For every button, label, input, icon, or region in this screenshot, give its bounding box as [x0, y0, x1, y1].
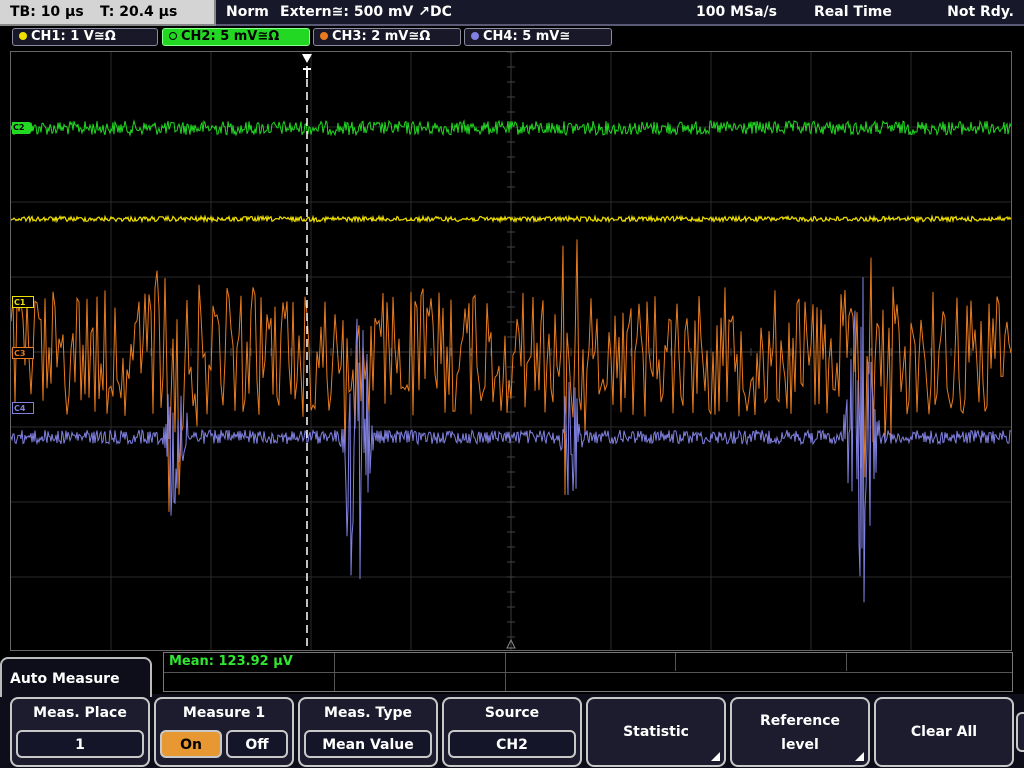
channel-tab-ch3[interactable]: CH3: 2 mV≅Ω — [313, 28, 461, 46]
sample-rate: 100 MSa/s — [696, 4, 778, 20]
ch3-color-dot — [320, 32, 328, 40]
measure1-on-button[interactable]: On — [160, 730, 222, 758]
ch3-label: CH3: 2 mV≅Ω — [332, 29, 431, 44]
trigger-mode[interactable]: Norm — [226, 4, 269, 20]
meas-place-key[interactable]: Meas. Place 1 — [10, 697, 150, 767]
measure1-key[interactable]: Measure 1 On Off — [154, 697, 294, 767]
ch3-level-marker[interactable]: C3 — [12, 347, 34, 359]
ch1-label: CH1: 1 V≅Ω — [31, 29, 116, 44]
statistic-key[interactable]: Statistic — [586, 697, 726, 767]
meas-place-value[interactable]: 1 — [16, 730, 144, 758]
ch2-label: CH2: 5 mV≅Ω — [181, 29, 280, 44]
ch2-color-dot — [169, 32, 177, 40]
source-title: Source — [484, 705, 540, 721]
reference-label-line2: level — [781, 737, 819, 753]
waveform-display[interactable] — [10, 51, 1012, 651]
timebase-readout: TB: 10 µs — [10, 4, 84, 20]
menu-title-tab: Auto Measure — [0, 657, 152, 697]
measurement-panel: Mean: 123.92 µV — [163, 652, 1013, 692]
reference-label-line1: Reference — [759, 713, 841, 729]
statistic-label: Statistic — [623, 724, 689, 740]
meas-cell-divider — [334, 653, 335, 691]
top-status-bar: TB: 10 µs T: 20.4 µs Norm Extern≅: 500 m… — [0, 0, 1024, 26]
source-key[interactable]: Source CH2 — [442, 697, 582, 767]
meas-type-title: Meas. Type — [324, 705, 412, 721]
meas-type-value[interactable]: Mean Value — [304, 730, 432, 758]
acquisition-status: Norm Extern≅: 500 mV ↗DC 100 MSa/s Real … — [216, 0, 1024, 26]
channel-tab-ch1[interactable]: CH1: 1 V≅Ω — [12, 28, 158, 46]
ch1-color-dot — [19, 32, 27, 40]
measurement-row: Mean: 123.92 µV — [164, 653, 1012, 673]
ch4-label: CH4: 5 mV≅ — [483, 29, 571, 44]
measure1-title: Measure 1 — [182, 705, 266, 721]
channel-tab-ch4[interactable]: CH4: 5 mV≅ — [464, 28, 612, 46]
ch4-color-dot — [471, 32, 479, 40]
submenu-indicator-icon — [855, 752, 864, 761]
meas-cell-divider — [505, 653, 506, 691]
menu-scroll-handle[interactable] — [1016, 712, 1024, 752]
meas-cell-divider — [675, 653, 676, 671]
mean-readout: Mean: 123.92 µV — [169, 654, 293, 669]
trigger-time-readout: T: 20.4 µs — [100, 4, 178, 20]
meas-type-key[interactable]: Meas. Type Mean Value — [298, 697, 438, 767]
clear-all-label: Clear All — [910, 724, 978, 740]
meas-cell-divider — [846, 653, 847, 671]
timebase-box[interactable]: TB: 10 µs T: 20.4 µs — [0, 0, 216, 26]
ch2-level-marker[interactable]: C2 — [12, 122, 34, 134]
channel-tab-ch2[interactable]: CH2: 5 mV≅Ω — [162, 28, 310, 46]
acquisition-mode: Real Time — [814, 4, 892, 20]
menu-title: Auto Measure — [10, 671, 120, 687]
source-value[interactable]: CH2 — [448, 730, 576, 758]
ch1-level-marker[interactable]: C1 — [12, 296, 34, 308]
trigger-source[interactable]: Extern≅: 500 mV ↗DC — [280, 4, 452, 20]
reference-level-key[interactable]: Reference level — [730, 697, 870, 767]
measure1-off-button[interactable]: Off — [226, 730, 288, 758]
ch4-level-marker[interactable]: C4 — [12, 402, 34, 414]
clear-all-key[interactable]: Clear All — [874, 697, 1014, 767]
waveform-canvas — [11, 52, 1011, 650]
run-state: Not Rdy. — [947, 4, 1014, 20]
meas-place-title: Meas. Place — [33, 705, 127, 721]
submenu-indicator-icon — [711, 752, 720, 761]
